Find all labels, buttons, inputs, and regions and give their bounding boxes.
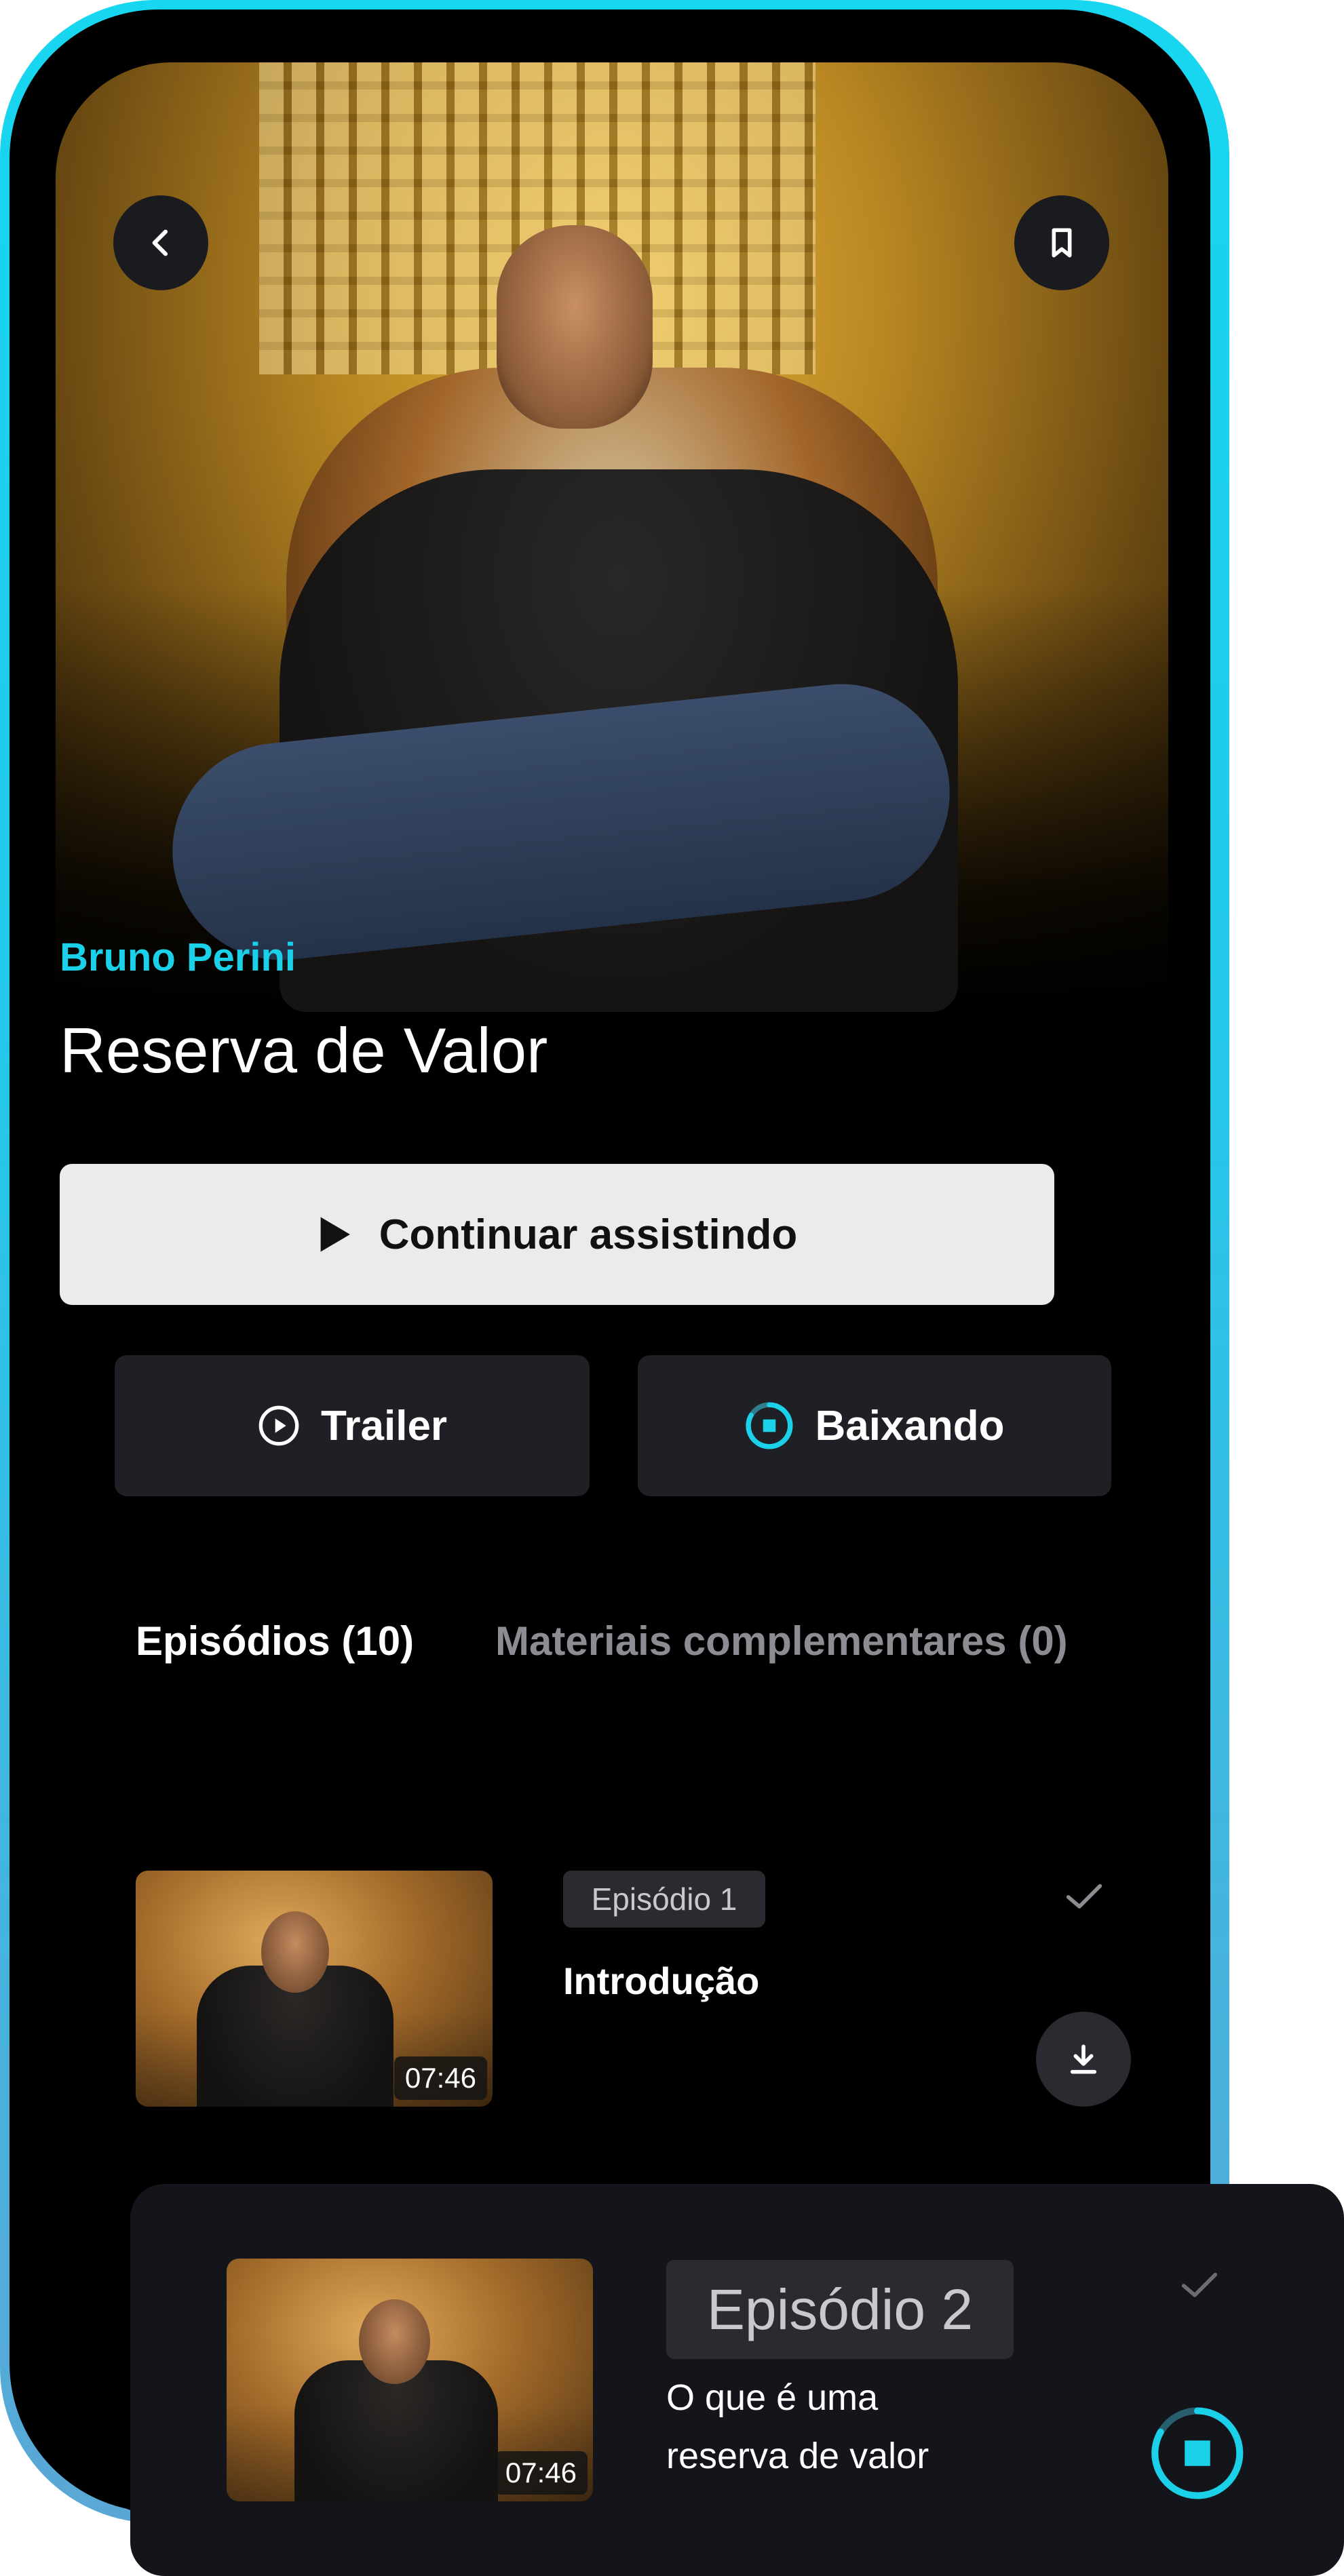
bookmark-icon: [1052, 228, 1072, 258]
trailer-label: Trailer: [320, 1402, 448, 1449]
tab-episodes[interactable]: Episódios (10): [136, 1618, 414, 1664]
download-icon: [1070, 2044, 1097, 2074]
chevron-left-icon: [152, 229, 168, 256]
check-icon: [1066, 1884, 1102, 1909]
thumbnail-face: [359, 2299, 430, 2384]
continue-watching-button[interactable]: Continuar assistindo: [60, 1164, 1054, 1305]
stop-download-button[interactable]: [1147, 2402, 1248, 2504]
download-button[interactable]: Baixando: [638, 1355, 1111, 1496]
hero-person-head: [497, 225, 653, 429]
downloading-progress-icon: [746, 1402, 794, 1449]
back-button[interactable]: [113, 195, 208, 290]
play-icon: [320, 1217, 350, 1252]
check-icon: [1181, 2272, 1218, 2297]
trailer-button[interactable]: Trailer: [115, 1355, 590, 1496]
episode-1-duration: 07:46: [393, 2056, 487, 2100]
episode-2-title-line-1: O que é uma: [666, 2377, 879, 2418]
episode-1-download-button[interactable]: [1036, 2012, 1131, 2107]
episode-2-card[interactable]: 07:46 Episódio 2 O que é uma reserva de …: [130, 2184, 1344, 2576]
episode-2-badge: Episódio 2: [666, 2260, 1014, 2359]
episode-2-thumbnail[interactable]: 07:46: [227, 2259, 593, 2501]
episode-1-thumbnail[interactable]: 07:46: [136, 1871, 493, 2107]
continue-watching-label: Continuar assistindo: [379, 1211, 798, 1258]
show-author: Bruno Perini: [60, 935, 296, 979]
tab-complementary-materials[interactable]: Materiais complementares (0): [495, 1618, 1068, 1664]
thumbnail-face: [261, 1911, 329, 1993]
download-label: Baixando: [815, 1402, 1005, 1449]
show-title: Reserva de Valor: [60, 1015, 548, 1086]
bookmark-button[interactable]: [1014, 195, 1109, 290]
episode-2-title-line-2: reserva de valor: [666, 2436, 929, 2476]
episode-2-title: O que é uma reserva de valor: [666, 2368, 929, 2485]
episode-1-title: Introdução: [563, 1959, 760, 2002]
play-circle-icon: [258, 1405, 299, 1446]
episode-1-badge: Episódio 1: [563, 1871, 765, 1928]
hero-image: [56, 62, 1168, 1012]
episode-2-duration: 07:46: [494, 2451, 588, 2495]
